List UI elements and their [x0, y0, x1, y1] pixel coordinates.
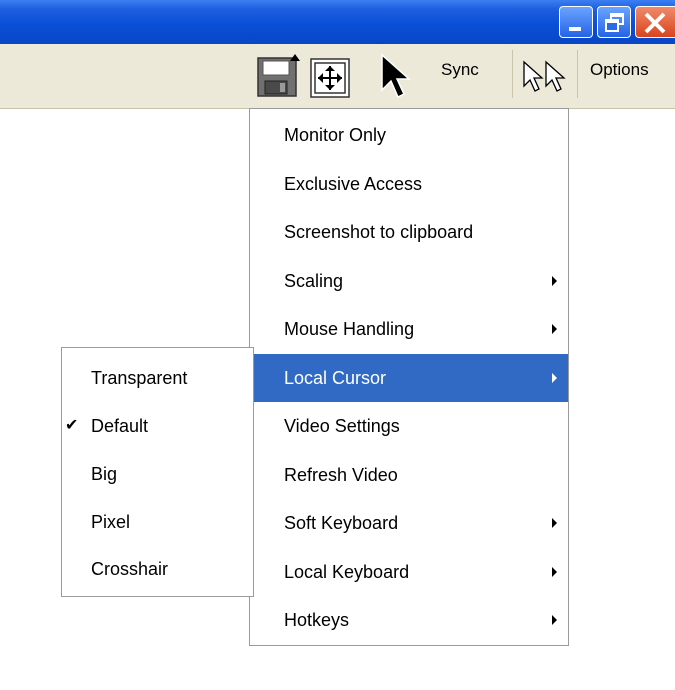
- fit-window-icon[interactable]: [308, 56, 352, 100]
- restore-button[interactable]: [597, 6, 631, 38]
- toolbar-separator: [577, 50, 578, 98]
- menu-item-exclusive-access[interactable]: Exclusive Access: [250, 160, 568, 208]
- minimize-icon: [569, 27, 581, 31]
- submenu-arrow-icon: [552, 567, 557, 577]
- submenu-arrow-icon: [552, 324, 557, 334]
- menu-item-refresh-video[interactable]: Refresh Video: [250, 451, 568, 499]
- options-dropdown-menu: Monitor Only Exclusive Access Screenshot…: [249, 108, 569, 646]
- sync-button[interactable]: Sync: [441, 60, 479, 80]
- menu-item-soft-keyboard[interactable]: Soft Keyboard: [250, 499, 568, 547]
- minimize-button[interactable]: [559, 6, 593, 38]
- submenu-arrow-icon: [552, 518, 557, 528]
- menu-item-monitor-only[interactable]: Monitor Only: [250, 111, 568, 159]
- menu-item-hotkeys[interactable]: Hotkeys: [250, 596, 568, 644]
- options-menu-button[interactable]: Options: [590, 60, 649, 80]
- menu-item-video-settings[interactable]: Video Settings: [250, 402, 568, 450]
- menu-item-local-cursor[interactable]: Local Cursor: [250, 354, 568, 402]
- submenu-arrow-icon: [552, 615, 557, 625]
- local-cursor-submenu: Transparent ✔ Default Big Pixel Crosshai…: [61, 347, 254, 597]
- submenu-item-big[interactable]: Big: [62, 450, 253, 498]
- submenu-item-default[interactable]: ✔ Default: [62, 402, 253, 450]
- toolbar-separator: [512, 50, 513, 98]
- menu-item-screenshot-to-clipboard[interactable]: Screenshot to clipboard: [250, 208, 568, 256]
- submenu-arrow-icon: [552, 276, 557, 286]
- submenu-item-crosshair[interactable]: Crosshair: [62, 545, 253, 593]
- submenu-item-transparent[interactable]: Transparent: [62, 354, 253, 402]
- submenu-item-pixel[interactable]: Pixel: [62, 498, 253, 546]
- submenu-arrow-icon: [552, 373, 557, 383]
- pointer-cursor-icon[interactable]: [378, 52, 414, 104]
- save-screenshot-icon[interactable]: [256, 54, 304, 102]
- restore-icon: [605, 13, 624, 32]
- menu-item-local-keyboard[interactable]: Local Keyboard: [250, 548, 568, 596]
- dual-cursor-icon[interactable]: [520, 56, 570, 100]
- close-button[interactable]: [635, 6, 675, 38]
- menu-item-scaling[interactable]: Scaling: [250, 257, 568, 305]
- title-bar: [0, 0, 675, 44]
- menu-item-mouse-handling[interactable]: Mouse Handling: [250, 305, 568, 353]
- checkmark-icon: ✔: [65, 417, 79, 434]
- close-icon: [644, 12, 666, 34]
